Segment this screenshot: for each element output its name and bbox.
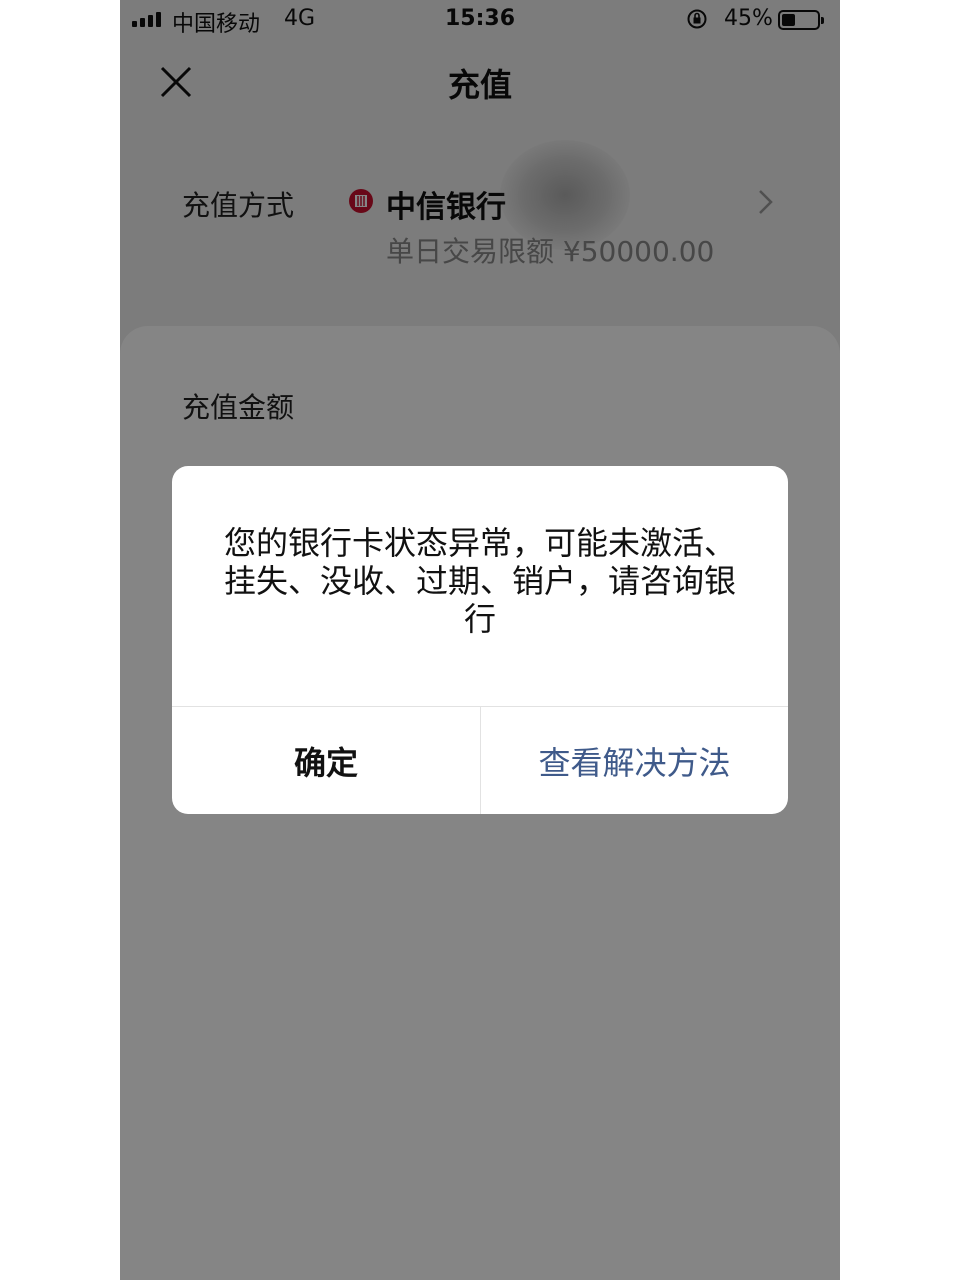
alert-dialog: 您的银行卡状态异常，可能未激活、挂失、没收、过期、销户，请咨询银行 确定 查看解… [172, 466, 788, 814]
view-solution-button[interactable]: 查看解决方法 [481, 707, 788, 814]
phone-screen: 中国移动 4G 15:36 45% 充值 充值方式 中信银行 单日交易限额 ¥5… [120, 0, 840, 1280]
confirm-button[interactable]: 确定 [172, 707, 480, 814]
dialog-message: 您的银行卡状态异常，可能未激活、挂失、没收、过期、销户，请咨询银行 [223, 524, 736, 638]
